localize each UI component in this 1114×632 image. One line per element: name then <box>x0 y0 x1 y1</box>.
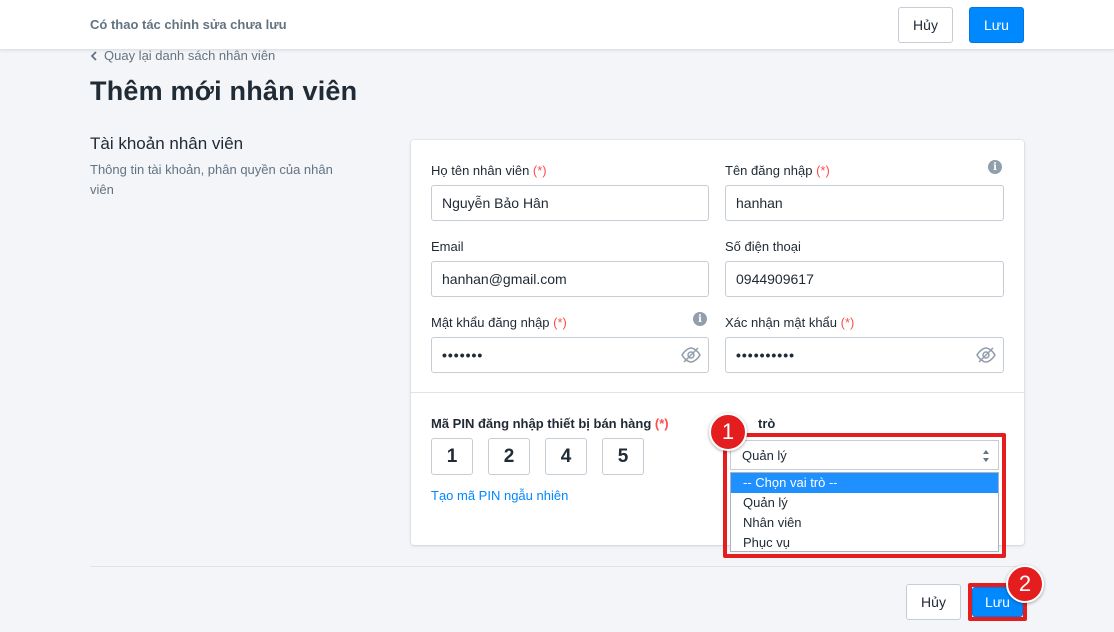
confirm-password-value: •••••••••• <box>736 347 796 363</box>
footer-cancel-button[interactable]: Hủy <box>906 584 961 620</box>
info-icon[interactable]: i <box>693 312 707 326</box>
role-option-manager[interactable]: Quản lý <box>731 493 998 513</box>
pin-digit-2[interactable]: 2 <box>488 438 530 475</box>
random-pin-link[interactable]: Tạo mã PIN ngẫu nhiên <box>431 488 568 503</box>
step-badge-1: 1 <box>709 413 747 451</box>
header-cancel-button[interactable]: Hủy <box>898 7 953 43</box>
password-input[interactable]: ••••••• <box>431 337 709 373</box>
back-link[interactable]: Quay lại danh sách nhân viên <box>90 48 275 63</box>
password-label: Mật khẩu đăng nhập (*) <box>431 315 567 330</box>
password-value: ••••••• <box>442 347 484 363</box>
header-save-button[interactable]: Lưu <box>969 7 1024 43</box>
full-name-input[interactable]: Nguyễn Bảo Hân <box>431 185 709 221</box>
role-label: trò <box>758 416 776 431</box>
full-name-label: Họ tên nhân viên (*) <box>431 163 547 178</box>
unsaved-changes-text: Có thao tác chỉnh sửa chưa lưu <box>90 17 287 32</box>
phone-input[interactable]: 0944909617 <box>725 261 1004 297</box>
info-icon[interactable]: i <box>988 160 1002 174</box>
top-bar: Có thao tác chỉnh sửa chưa lưu Hủy Lưu <box>0 0 1114 50</box>
card-divider <box>411 392 1024 393</box>
section-description: Thông tin tài khoản, phân quyền của nhân… <box>90 162 333 197</box>
step-badge-2: 2 <box>1006 565 1044 603</box>
confirm-password-label: Xác nhận mật khẩu (*) <box>725 315 855 330</box>
role-select-value: Quản lý <box>742 447 787 463</box>
email-label: Email <box>431 239 464 254</box>
section-title: Tài khoản nhân viên <box>90 134 244 153</box>
pin-digit-1[interactable]: 1 <box>431 438 473 475</box>
back-link-label: Quay lại danh sách nhân viên <box>104 48 276 63</box>
pin-digit-3[interactable]: 4 <box>545 438 587 475</box>
role-option-placeholder[interactable]: -- Chọn vai trò -- <box>731 473 998 493</box>
chevron-left-icon <box>90 50 97 61</box>
phone-label: Số điện thoại <box>725 239 801 254</box>
page-title: Thêm mới nhân viên <box>90 76 358 106</box>
username-input[interactable]: hanhan <box>725 185 1004 221</box>
role-option-service[interactable]: Phục vụ <box>731 533 998 553</box>
confirm-password-input[interactable]: •••••••••• <box>725 337 1004 373</box>
role-option-staff[interactable]: Nhân viên <box>731 513 998 533</box>
eye-off-icon[interactable] <box>680 346 702 364</box>
username-label: Tên đăng nhập (*) <box>725 163 830 178</box>
eye-off-icon[interactable] <box>975 346 997 364</box>
sort-arrows-icon <box>983 450 989 462</box>
email-input[interactable]: hanhan@gmail.com <box>431 261 709 297</box>
role-dropdown-list: -- Chọn vai trò -- Quản lý Nhân viên Phụ… <box>730 472 999 552</box>
pin-digit-4[interactable]: 5 <box>602 438 644 475</box>
footer-divider <box>90 566 1024 567</box>
pin-label: Mã PIN đăng nhập thiết bị bán hàng (*) <box>431 416 669 431</box>
role-select[interactable]: Quản lý <box>730 440 999 470</box>
